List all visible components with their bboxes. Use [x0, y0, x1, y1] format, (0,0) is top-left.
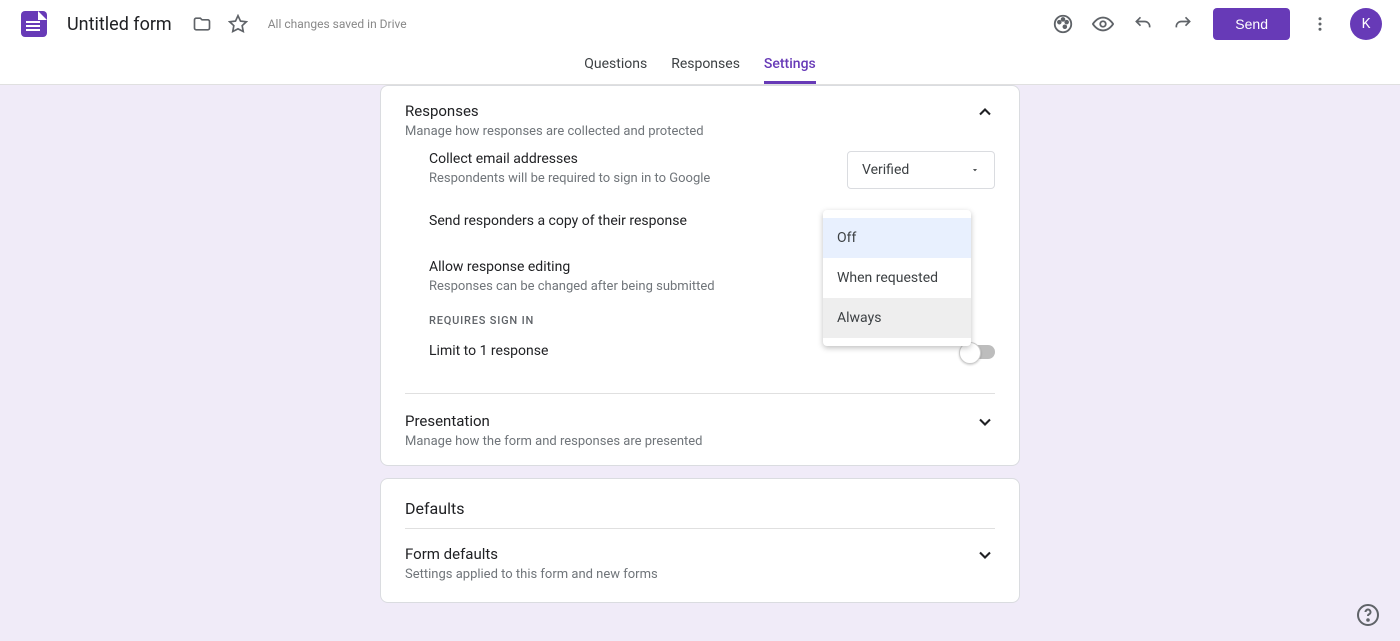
collect-email-selected-value: Verified	[862, 162, 909, 178]
chevron-down-icon[interactable]	[975, 545, 995, 565]
responses-title: Responses	[405, 102, 704, 120]
collect-email-sub: Respondents will be required to sign in …	[429, 171, 847, 186]
dropdown-option-always[interactable]: Always	[823, 298, 971, 338]
more-options-icon[interactable]	[1302, 6, 1338, 42]
defaults-heading: Defaults	[381, 479, 1019, 528]
collect-email-title: Collect email addresses	[429, 151, 847, 167]
form-title[interactable]: Untitled form	[67, 14, 172, 35]
defaults-card: Defaults Form defaults Settings applied …	[380, 478, 1020, 603]
move-folder-icon[interactable]	[184, 6, 220, 42]
tabs-bar: Questions Responses Settings	[0, 48, 1400, 84]
tab-settings[interactable]: Settings	[764, 48, 816, 84]
tab-questions[interactable]: Questions	[584, 48, 647, 84]
tab-responses[interactable]: Responses	[671, 48, 740, 84]
chevron-up-icon[interactable]	[975, 102, 995, 122]
header-actions: Send K	[1045, 6, 1384, 42]
dropdown-option-when-requested[interactable]: When requested	[823, 258, 971, 298]
form-defaults-title: Form defaults	[405, 545, 658, 563]
presentation-section: Presentation Manage how the form and res…	[405, 394, 995, 449]
avatar[interactable]: K	[1350, 8, 1382, 40]
dropdown-option-off[interactable]: Off	[823, 218, 971, 258]
settings-content: Responses Manage how responses are colle…	[380, 85, 1020, 603]
row-collect-email: Collect email addresses Respondents will…	[405, 139, 995, 201]
send-button[interactable]: Send	[1213, 8, 1290, 40]
app-header: Untitled form All changes saved in Drive…	[0, 0, 1400, 85]
caret-down-icon	[970, 165, 980, 175]
star-icon[interactable]	[220, 6, 256, 42]
saved-status-text: All changes saved in Drive	[268, 17, 407, 31]
divider	[405, 528, 995, 529]
presentation-title: Presentation	[405, 412, 703, 430]
chevron-down-icon[interactable]	[975, 412, 995, 432]
help-icon[interactable]	[1356, 603, 1380, 627]
collect-email-select[interactable]: Verified	[847, 151, 995, 189]
undo-icon[interactable]	[1125, 6, 1161, 42]
customize-theme-icon[interactable]	[1045, 6, 1081, 42]
send-copy-dropdown[interactable]: Off When requested Always	[823, 210, 971, 346]
forms-logo-icon[interactable]	[21, 11, 47, 37]
responses-subtitle: Manage how responses are collected and p…	[405, 124, 704, 139]
form-defaults-section: Form defaults Settings applied to this f…	[381, 545, 1019, 594]
presentation-subtitle: Manage how the form and responses are pr…	[405, 434, 703, 449]
redo-icon[interactable]	[1165, 6, 1201, 42]
preview-icon[interactable]	[1085, 6, 1121, 42]
header-top: Untitled form All changes saved in Drive…	[0, 0, 1400, 48]
form-defaults-sub: Settings applied to this form and new fo…	[405, 567, 658, 582]
limit-toggle[interactable]	[961, 345, 995, 359]
